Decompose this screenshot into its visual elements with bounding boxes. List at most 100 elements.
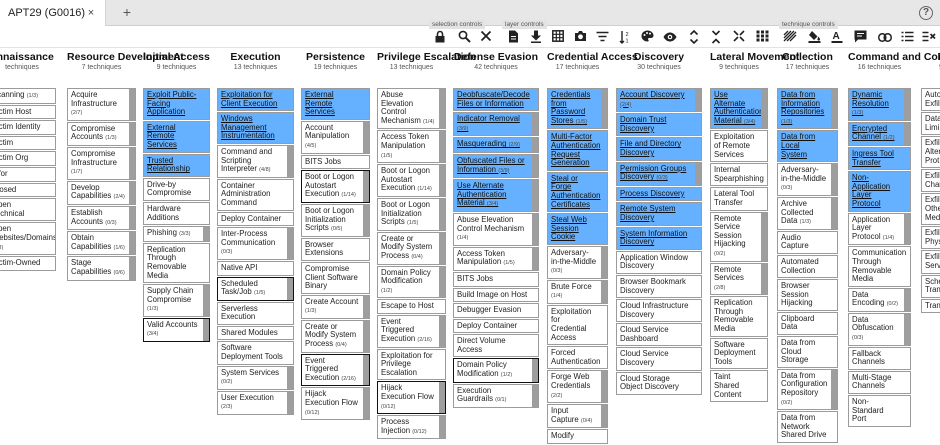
technique-cell[interactable]: Masquerading (2/9) — [453, 137, 539, 153]
technique-cell[interactable]: Inter-Process Communication (0/3) — [217, 227, 294, 260]
subtechnique-toggle-handle[interactable] — [439, 315, 445, 347]
technique-cell[interactable]: Closed — [0, 182, 56, 198]
technique-cell[interactable]: Cloud Service Discovery — [616, 347, 702, 371]
technique-cell[interactable]: Deploy Container — [453, 318, 539, 334]
subtechnique-toggle-handle[interactable] — [287, 366, 293, 389]
tactic-header[interactable]: Resource Development 7 techniques — [67, 52, 184, 88]
technique-cell[interactable]: Data from Local System — [777, 130, 838, 163]
technique-cell[interactable]: Browser Session Hijacking — [777, 279, 838, 311]
technique-cell[interactable]: Browser Extensions — [301, 237, 370, 261]
technique-cell[interactable]: Compromise Infrastructure (1/7) — [67, 146, 136, 180]
subtechnique-toggle-handle[interactable] — [532, 113, 538, 136]
technique-cell[interactable]: External Remote Services — [301, 88, 370, 120]
technique-cell[interactable]: Browser Bookmark Discovery — [616, 274, 702, 299]
technique-cell[interactable]: Escape to Host — [377, 299, 446, 314]
technique-cell[interactable]: Hardware Additions — [143, 201, 210, 226]
technique-cell[interactable]: Trusted Relationship — [143, 153, 210, 177]
technique-cell[interactable]: Phishing (3/3) — [143, 226, 210, 242]
technique-cell[interactable]: Account Discovery (2/4) — [616, 88, 702, 113]
subtechnique-toggle-handle[interactable] — [439, 266, 445, 298]
technique-cell[interactable]: Create or Modify System Process (0/4) — [301, 319, 370, 353]
technique-cell[interactable]: Archive Collected Data (1/3) — [777, 196, 838, 230]
technique-cell[interactable]: Fallback Channels — [848, 346, 911, 370]
technique-cell[interactable]: Open Technical — [0, 198, 56, 222]
technique-cell[interactable]: Windows Management Instrumentation — [217, 112, 294, 144]
technique-cell[interactable]: Obfuscated Files or Information (3/9) — [453, 153, 539, 179]
technique-cell[interactable]: Permission Groups Discovery (0/3) — [616, 161, 702, 186]
tactic-header[interactable]: Defense Evasion 42 techniques — [453, 52, 539, 88]
technique-cell[interactable]: Supply Chain Compromise (1/3) — [143, 284, 210, 317]
subtechnique-toggle-handle[interactable] — [904, 288, 910, 311]
expand-icon[interactable] — [686, 29, 702, 46]
technique-cell[interactable]: Indicator Removal (3/9) — [453, 112, 539, 137]
subtechnique-toggle-handle[interactable] — [129, 89, 135, 120]
download-icon[interactable] — [528, 30, 544, 46]
subtechnique-toggle-handle[interactable] — [904, 313, 910, 345]
technique-cell[interactable]: Serverless Execution — [217, 301, 294, 325]
subtechnique-toggle-handle[interactable] — [532, 384, 538, 407]
subtechnique-toggle-handle[interactable] — [904, 122, 910, 145]
technique-cell[interactable]: Input Capture (0/4) — [547, 404, 608, 429]
technique-cell[interactable]: Software Deployment Tools — [217, 341, 294, 365]
layout-icon[interactable] — [754, 30, 770, 46]
technique-cell[interactable]: Cloud Service Dashboard — [616, 323, 702, 347]
clear-icon[interactable] — [478, 30, 494, 46]
subtechnique-toggle-handle[interactable] — [831, 197, 837, 229]
technique-cell[interactable]: Domain Policy Modification (1/2) — [377, 265, 446, 299]
tactic-header[interactable]: Persistence 19 techniques — [301, 52, 370, 88]
tactic-header[interactable]: onnaissancetechniques — [0, 52, 56, 88]
technique-cell[interactable]: Boot or Logon Autostart Execution (1/14) — [377, 164, 446, 197]
technique-cell[interactable]: Software Deployment Tools — [710, 337, 768, 370]
technique-cell[interactable]: Victim Host — [0, 104, 56, 120]
technique-cell[interactable]: File and Directory Discovery — [616, 137, 702, 161]
technique-cell[interactable]: Data from Information Repositories (1/3) — [777, 88, 838, 130]
technique-cell[interactable]: Compromise Client Software Binary — [301, 261, 370, 294]
technique-cell[interactable]: Abuse Elevation Control Mechanism (1/4) — [453, 212, 539, 246]
subtechnique-toggle-handle[interactable] — [761, 89, 767, 129]
technique-cell[interactable]: Exfil Phys — [921, 226, 940, 250]
subtechnique-toggle-handle[interactable] — [761, 263, 767, 295]
technique-cell[interactable]: Account Manipulation (4/5) — [301, 120, 370, 154]
camera-icon[interactable] — [572, 30, 588, 46]
subtechnique-toggle-handle[interactable] — [129, 257, 135, 280]
technique-cell[interactable]: Direct Volume Access — [453, 334, 539, 358]
subtechnique-toggle-handle[interactable] — [532, 180, 538, 211]
technique-cell[interactable]: Shared Modules — [217, 325, 294, 341]
subtechnique-toggle-handle[interactable] — [129, 181, 135, 204]
technique-cell[interactable]: Forced Authentication — [547, 346, 608, 370]
technique-cell[interactable]: Application Window Discovery — [616, 250, 702, 274]
subtechnique-toggle-handle[interactable] — [363, 171, 369, 202]
technique-cell[interactable]: Boot or Logon Initialization Scripts (1/… — [377, 197, 446, 231]
subtechnique-toggle-handle[interactable] — [439, 131, 445, 163]
technique-cell[interactable]: Domain Policy Modification (1/2) — [453, 358, 539, 383]
technique-cell[interactable]: Victim — [0, 135, 56, 151]
subtechnique-toggle-handle[interactable] — [439, 198, 445, 230]
technique-cell[interactable]: Acquire Infrastructure (2/7) — [67, 88, 136, 121]
technique-cell[interactable]: Encrypted Channel (1/2) — [848, 121, 911, 146]
color-setup-icon[interactable] — [639, 30, 655, 46]
subtechnique-toggle-handle[interactable] — [203, 227, 209, 241]
eye-icon[interactable] — [662, 30, 678, 46]
tactic-header[interactable]: Command and Control16 techniques — [848, 52, 940, 88]
technique-cell[interactable]: Establish Accounts (0/3) — [67, 205, 136, 231]
technique-cell[interactable]: Adversary-in-the-Middle (0/3) — [547, 245, 608, 279]
subtechnique-toggle-handle[interactable] — [129, 147, 135, 179]
tactic-header[interactable]: Lateral Movement 9 techniques — [710, 52, 799, 88]
technique-cell[interactable]: Use Alternate Authentication Material (3… — [710, 88, 768, 130]
technique-cell[interactable]: Hijack Execution Flow (0/12) — [377, 381, 446, 415]
close-icon[interactable]: × — [84, 0, 98, 26]
subtechnique-toggle-handle[interactable] — [287, 145, 293, 177]
technique-cell[interactable]: Exploitation for Privilege Escalation — [377, 348, 446, 381]
technique-cell[interactable]: Use Alternate Authentication Material (3… — [453, 179, 539, 212]
add-tab-icon[interactable]: + — [120, 0, 134, 26]
subtechnique-toggle-handle[interactable] — [532, 247, 538, 270]
background-color-icon[interactable] — [806, 30, 822, 46]
link-icon[interactable] — [877, 30, 893, 46]
technique-cell[interactable]: Develop Capabilities (2/4) — [67, 180, 136, 205]
subtechnique-toggle-handle[interactable] — [439, 89, 445, 129]
subtechnique-toggle-handle[interactable] — [203, 318, 209, 342]
export-table-icon[interactable] — [550, 30, 566, 46]
metadata-icon[interactable] — [899, 30, 915, 46]
technique-cell[interactable]: Abuse Elevation Control Mechanism (1/4) — [377, 88, 446, 130]
technique-cell[interactable]: User Execution (2/3) — [217, 390, 294, 416]
